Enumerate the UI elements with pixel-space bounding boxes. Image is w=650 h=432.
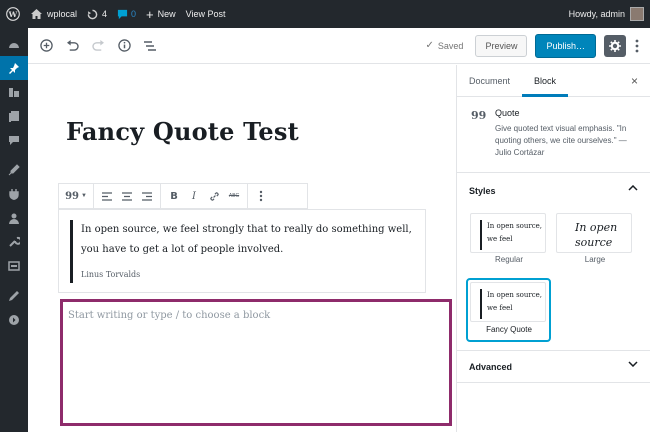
chevron-up-icon [628, 185, 638, 191]
updates-count: 4 [102, 9, 108, 19]
block-more-options-icon[interactable] [251, 186, 271, 206]
styles-toggle[interactable]: Styles [457, 173, 650, 209]
wordpress-logo-icon[interactable]: W [0, 0, 26, 28]
style-option-regular[interactable]: In open source, we feel Regular [468, 211, 550, 273]
comments-count: 0 [131, 9, 137, 19]
tab-document[interactable]: Document [457, 65, 522, 97]
style-preview-large: In open source [556, 213, 632, 253]
svg-text:W: W [8, 10, 18, 19]
gear-icon [609, 39, 621, 52]
preview-quote-border [480, 289, 482, 319]
style-preview-text: In open source, we feel [487, 291, 543, 312]
more-menu-icon[interactable] [632, 39, 642, 53]
pages-icon[interactable] [0, 104, 28, 128]
saved-status: ✓ Saved [426, 40, 464, 51]
settings-gear-button[interactable] [604, 34, 626, 57]
saved-label: Saved [437, 40, 464, 51]
undo-icon[interactable] [60, 34, 84, 58]
italic-icon[interactable]: I [184, 186, 204, 206]
style-label-fancy-quote: Fancy Quote [486, 325, 532, 334]
site-name: wplocal [47, 9, 78, 19]
block-switcher-button[interactable]: 99 ▼ [62, 186, 90, 206]
align-center-icon[interactable] [117, 186, 137, 206]
plugins-icon[interactable] [0, 182, 28, 206]
chevron-down-icon: ▼ [80, 193, 87, 199]
appearance-icon[interactable] [0, 158, 28, 182]
quote-border [70, 220, 73, 283]
close-icon[interactable]: × [631, 74, 638, 88]
default-paragraph-block[interactable]: Start writing or type / to choose a bloc… [60, 299, 452, 426]
preview-button[interactable]: Preview [475, 34, 528, 57]
plus-icon: + [146, 6, 154, 22]
collapse-menu-icon[interactable] [0, 308, 28, 332]
view-post-link[interactable]: View Post [181, 0, 231, 28]
align-left-icon[interactable] [97, 186, 117, 206]
new-label: New [157, 9, 176, 19]
style-label-large: Large [584, 255, 606, 264]
style-preview-text: In open source, we feel [487, 222, 543, 243]
admin-bar: W wplocal 4 0 + New View Post Howdy, adm… [0, 0, 650, 28]
edit-pencil-icon[interactable] [0, 284, 28, 308]
style-preview-text: In open source [575, 221, 618, 249]
link-icon[interactable] [204, 186, 224, 206]
quote-text[interactable]: In open source, we feel strongly that to… [81, 220, 421, 260]
publish-button[interactable]: Publish… [535, 33, 596, 58]
quote-block[interactable]: In open source, we feel strongly that to… [58, 209, 426, 293]
dashboard-icon[interactable] [0, 32, 28, 56]
block-card: 99 Quote Give quoted text visual emphasi… [457, 97, 650, 173]
editor-canvas: Fancy Quote Test 99 ▼ B I ABC In open so… [28, 65, 456, 432]
tab-block[interactable]: Block [522, 65, 569, 97]
preview-quote-border [480, 220, 482, 250]
redo-icon[interactable] [86, 34, 110, 58]
comments-link[interactable]: 0 [112, 0, 141, 28]
sidebar-tabs: Document Block × [457, 65, 650, 97]
info-icon[interactable] [112, 34, 136, 58]
block-navigation-icon[interactable] [138, 34, 162, 58]
style-label-regular: Regular [494, 255, 523, 264]
align-right-icon[interactable] [137, 186, 157, 206]
style-preview-fancy-quote: In open source, we feel [470, 282, 546, 322]
home-icon [31, 9, 42, 19]
users-icon[interactable] [0, 206, 28, 230]
advanced-label: Advanced [469, 361, 513, 372]
post-title[interactable]: Fancy Quote Test [66, 117, 299, 146]
updates-link[interactable]: 4 [82, 0, 112, 28]
advanced-toggle[interactable]: Advanced [457, 351, 650, 383]
posts-pin-icon[interactable] [0, 56, 28, 80]
quote-icon: 99 [471, 109, 487, 122]
styles-label: Styles [469, 186, 496, 196]
site-name-link[interactable]: wplocal [26, 0, 82, 28]
check-icon: ✓ [425, 40, 434, 51]
comment-icon [117, 9, 128, 20]
editor-toolbar: ✓ Saved Preview Publish… [28, 28, 650, 64]
strikethrough-icon[interactable]: ABC [224, 186, 244, 206]
block-toolbar: 99 ▼ B I ABC [58, 183, 308, 209]
quote-icon: 99 [65, 190, 79, 202]
style-option-fancy-quote[interactable]: In open source, we feel Fancy Quote [466, 278, 551, 342]
style-option-large[interactable]: In open source Large [554, 211, 636, 273]
quote-citation[interactable]: Linus Torvalds [81, 270, 140, 279]
media-icon[interactable] [0, 80, 28, 104]
block-card-description: Give quoted text visual emphasis. "In qu… [495, 124, 627, 157]
admin-sidebar [0, 28, 28, 432]
new-content-link[interactable]: + New [141, 0, 181, 28]
account-menu[interactable]: Howdy, admin [564, 0, 650, 28]
greeting: Howdy, admin [568, 9, 625, 19]
block-card-title: Quote [495, 108, 520, 118]
updates-icon [87, 9, 98, 20]
bold-icon[interactable]: B [164, 186, 184, 206]
block-placeholder: Start writing or type / to choose a bloc… [68, 310, 271, 321]
settings-icon[interactable] [0, 254, 28, 278]
style-preview-regular: In open source, we feel [470, 213, 546, 253]
chevron-down-icon [628, 361, 638, 367]
add-block-icon[interactable] [34, 34, 58, 58]
tools-icon[interactable] [0, 230, 28, 254]
comments-icon[interactable] [0, 128, 28, 152]
avatar [630, 7, 644, 21]
